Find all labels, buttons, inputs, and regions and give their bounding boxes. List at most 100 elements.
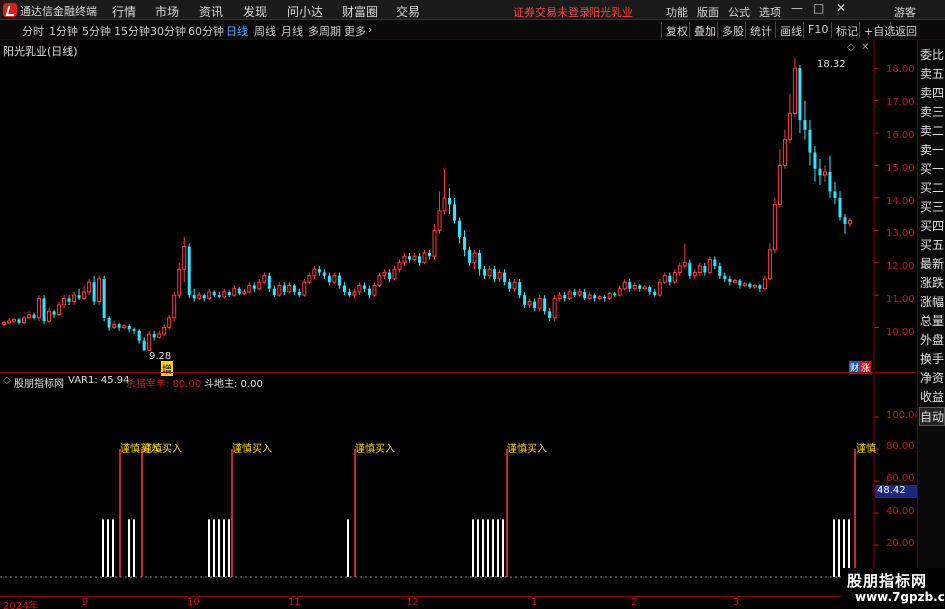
candle [432, 229, 437, 257]
side-item-net-asset[interactable]: 净资 [918, 369, 945, 388]
candle [672, 271, 677, 283]
period-multi[interactable]: 多周期 [308, 23, 341, 39]
side-item-ask5[interactable]: 卖五 [918, 65, 945, 84]
menu-wealth[interactable]: 财富圈 [342, 3, 378, 20]
candle [622, 281, 627, 290]
side-item-last[interactable]: 最新 [918, 255, 945, 274]
candle [468, 249, 472, 263]
side-item-ask2[interactable]: 卖二 [918, 122, 945, 141]
indicator-axis-ticks [874, 416, 879, 546]
candle [102, 278, 106, 318]
chevron-right-icon[interactable]: › [368, 23, 372, 36]
candle [537, 297, 542, 309]
period-1min[interactable]: 1分钟 [49, 23, 78, 39]
adjust-button[interactable]: 复权 [661, 22, 692, 38]
candle [453, 204, 457, 221]
period-more[interactable]: 更多 [344, 23, 366, 39]
candle [662, 275, 667, 283]
menu-trade[interactable]: 交易 [396, 3, 420, 20]
candle [377, 275, 382, 286]
period-5min[interactable]: 5分钟 [82, 23, 111, 39]
candle [247, 284, 252, 293]
candle [668, 275, 672, 283]
period-toolbar: 分时 1分钟 5分钟 15分钟 30分钟 60分钟 日线 周线 月线 多周期 更… [0, 20, 945, 40]
side-item-outer[interactable]: 外盘 [918, 331, 945, 350]
candle [787, 113, 792, 141]
candle [137, 330, 141, 341]
period-60min[interactable]: 60分钟 [188, 23, 224, 39]
candle [527, 301, 532, 306]
side-item-bid2[interactable]: 买二 [918, 179, 945, 198]
menu-function[interactable]: 功能 [666, 4, 688, 20]
minimize-icon[interactable]: — [791, 1, 803, 15]
side-item-ask3[interactable]: 卖三 [918, 103, 945, 122]
side-item-change-pct[interactable]: 涨幅 [918, 293, 945, 312]
indicator-tick-label: 20.00 [886, 538, 915, 549]
period-tick[interactable]: 分时 [22, 23, 44, 39]
side-item-bid5[interactable]: 买五 [918, 236, 945, 255]
side-item-earnings[interactable]: 收益 [918, 388, 945, 407]
menu-discover[interactable]: 发现 [243, 3, 267, 20]
menu-market[interactable]: 市场 [155, 3, 179, 20]
menu-quotes[interactable]: 行情 [112, 3, 136, 20]
multi-stock-button[interactable]: 多股 [717, 22, 748, 38]
side-item-bid1[interactable]: 买一 [918, 160, 945, 179]
auto-button[interactable]: 自动 [919, 407, 945, 426]
candle [67, 298, 71, 302]
time-label: 2024年 [3, 601, 39, 609]
back-button[interactable]: 返回 [890, 22, 921, 38]
candle [828, 171, 832, 192]
title-stock-name: 阳光乳业 [589, 6, 633, 19]
candle [577, 291, 582, 296]
login-status[interactable]: 证券交易未登录 [513, 4, 590, 20]
indicator-chart[interactable] [0, 373, 917, 593]
candle [17, 319, 21, 323]
period-monthly[interactable]: 月线 [281, 23, 303, 39]
draw-line-button[interactable]: 画线 [775, 22, 806, 38]
period-15min[interactable]: 15分钟 [114, 23, 150, 39]
period-daily[interactable]: 日线 [226, 23, 248, 39]
candle [262, 275, 267, 283]
overlay-button[interactable]: 叠加 [689, 22, 720, 38]
side-item-bid4[interactable]: 买四 [918, 217, 945, 236]
menu-layout[interactable]: 版面 [697, 4, 719, 20]
mark-button[interactable]: 标记 [831, 22, 862, 38]
candlestick-chart[interactable] [0, 40, 917, 370]
candle [463, 236, 467, 250]
menu-options[interactable]: 选项 [759, 4, 781, 20]
side-item-ask1[interactable]: 卖一 [918, 141, 945, 160]
candle [617, 288, 622, 296]
period-30min[interactable]: 30分钟 [150, 23, 186, 39]
maximize-icon[interactable]: □ [813, 1, 824, 15]
candle [573, 291, 577, 296]
candle [818, 168, 822, 176]
side-item-bid3[interactable]: 买三 [918, 198, 945, 217]
menu-news[interactable]: 资讯 [199, 3, 223, 20]
f10-button[interactable]: F10 [803, 22, 832, 38]
candle [653, 291, 657, 296]
candle [587, 294, 592, 299]
candle [503, 272, 507, 283]
period-weekly[interactable]: 周线 [254, 23, 276, 39]
menu-ask[interactable]: 问小达 [287, 3, 323, 20]
candle [607, 293, 612, 299]
candle [367, 288, 371, 296]
stats-button[interactable]: 统计 [745, 22, 776, 38]
candle [47, 310, 52, 322]
candle [42, 298, 46, 322]
candle [732, 280, 737, 283]
price-tick-label: 18.00 [886, 64, 915, 75]
time-label: 10 [187, 597, 200, 608]
side-item-turnover[interactable]: 换手 [918, 350, 945, 369]
user-guest[interactable]: 游客 [894, 4, 916, 20]
candle [297, 291, 301, 296]
menu-formula[interactable]: 公式 [728, 4, 750, 20]
side-item-volume[interactable]: 总量 [918, 312, 945, 331]
side-item-commission-ratio[interactable]: 委比 [918, 46, 945, 65]
side-item-change[interactable]: 涨跌 [918, 274, 945, 293]
side-item-ask4[interactable]: 卖四 [918, 84, 945, 103]
candle [638, 285, 642, 289]
candle [563, 295, 567, 299]
app-logo-icon [3, 3, 17, 17]
close-icon[interactable]: ✕ [836, 1, 846, 15]
